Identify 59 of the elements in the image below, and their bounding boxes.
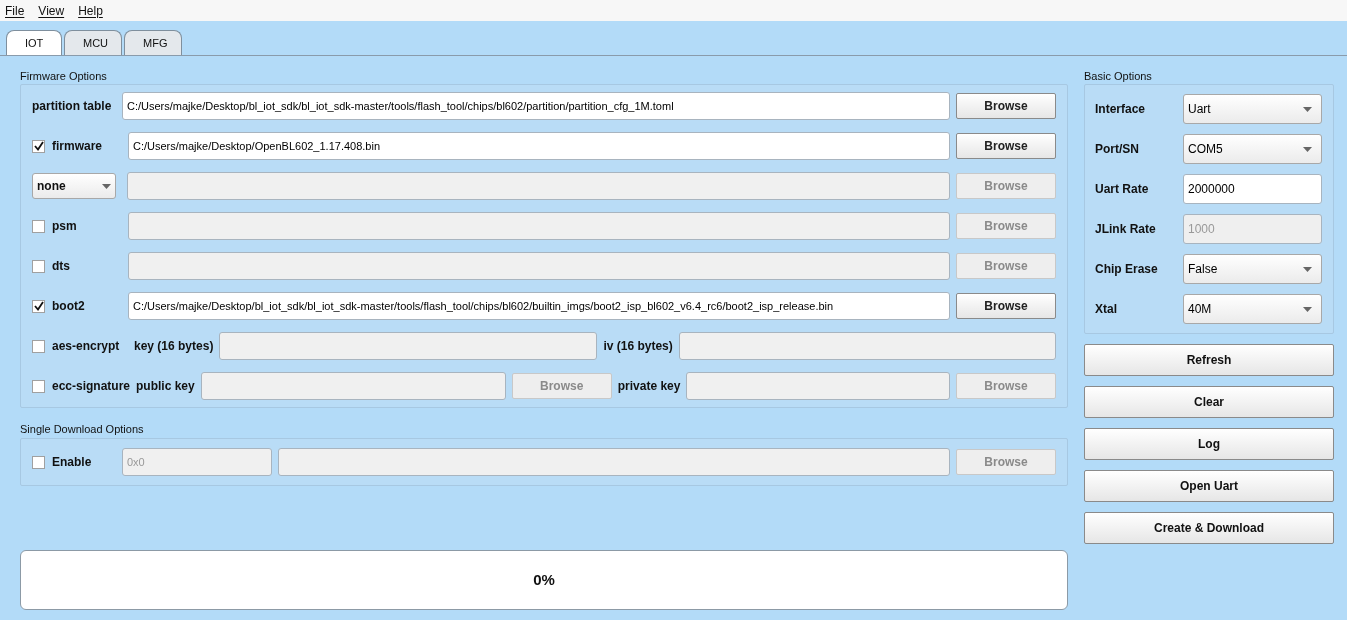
action-button[interactable]: Log	[1084, 428, 1334, 460]
caret-icon	[102, 183, 111, 189]
option-dropdown[interactable]: 40M	[1183, 294, 1322, 324]
action-button[interactable]: Clear	[1084, 386, 1334, 418]
checkbox[interactable]	[32, 455, 45, 469]
menu-item[interactable]: File	[5, 1, 25, 20]
checkbox[interactable]	[32, 139, 45, 153]
field-label: private key	[617, 378, 681, 395]
option-field[interactable]: 2000000	[1183, 174, 1322, 204]
type-dropdown[interactable]: none	[32, 173, 116, 199]
section-title: Firmware Options	[20, 69, 108, 83]
checkbox[interactable]	[32, 219, 45, 233]
option-dropdown[interactable]: COM5	[1183, 134, 1322, 164]
tab[interactable]: MCU	[64, 30, 122, 55]
action-button[interactable]: Create & Download	[1084, 512, 1334, 544]
action-button[interactable]: Refresh	[1084, 344, 1334, 376]
checkbox[interactable]	[32, 339, 45, 353]
field-label: key (16 bytes)	[134, 338, 214, 355]
checkbox[interactable]	[32, 379, 45, 393]
option-dropdown[interactable]: False	[1183, 254, 1322, 284]
caret-icon	[1303, 106, 1312, 112]
section-title: Single Download Options	[20, 422, 145, 436]
menu-item[interactable]: View	[38, 1, 65, 20]
field-label: dts	[52, 258, 71, 275]
field-label: boot2	[52, 298, 86, 315]
field-label: psm	[52, 218, 78, 235]
field-label: Xtal	[1095, 301, 1117, 318]
menu-item[interactable]: Help	[78, 1, 103, 20]
caret-icon	[1303, 266, 1312, 272]
path-field[interactable]: C:/Users/majke/Desktop/bl_iot_sdk/bl_iot_sdk-master/tools/flash_tool/chips/bl602/partition/partition_cfg_1M.toml	[122, 92, 950, 120]
field-label: Enable	[52, 454, 93, 471]
field-label: Port/SN	[1095, 141, 1139, 158]
field-label: Uart Rate	[1095, 181, 1149, 198]
field-label: partition table	[32, 98, 113, 115]
option-dropdown[interactable]: Uart	[1183, 94, 1322, 124]
browse-button[interactable]: Browse	[956, 293, 1056, 319]
tab[interactable]: IOT	[6, 30, 62, 55]
field-label: iv (16 bytes)	[603, 338, 673, 355]
browse-button[interactable]: Browse	[956, 133, 1056, 159]
progress-text: 0%	[533, 569, 555, 590]
check-icon	[33, 301, 44, 311]
section-title: Basic Options	[1084, 69, 1153, 83]
field-label: public key	[136, 378, 195, 395]
field-label: firmware	[52, 138, 104, 155]
action-button[interactable]: Open Uart	[1084, 470, 1334, 502]
path-field[interactable]: C:/Users/majke/Desktop/OpenBL602_1.17.408.bin	[128, 132, 950, 160]
checkbox[interactable]	[32, 259, 45, 273]
field-label: JLink Rate	[1095, 221, 1156, 238]
tab[interactable]: MFG	[124, 30, 182, 55]
field-label: Chip Erase	[1095, 261, 1158, 278]
path-field[interactable]: C:/Users/majke/Desktop/bl_iot_sdk/bl_iot_sdk-master/tools/flash_tool/chips/bl602/builtin_imgs/boot2_isp_bl602_v6.4_rc6/boot2_isp_release.bin	[128, 292, 950, 320]
field-label: aes-encrypt	[52, 338, 121, 355]
checkbox[interactable]	[32, 299, 45, 313]
check-icon	[33, 141, 44, 151]
caret-icon	[1303, 146, 1312, 152]
browse-button[interactable]: Browse	[956, 93, 1056, 119]
field-label: ecc-signature	[52, 378, 131, 395]
caret-icon	[1303, 306, 1312, 312]
field-label: Interface	[1095, 101, 1146, 118]
